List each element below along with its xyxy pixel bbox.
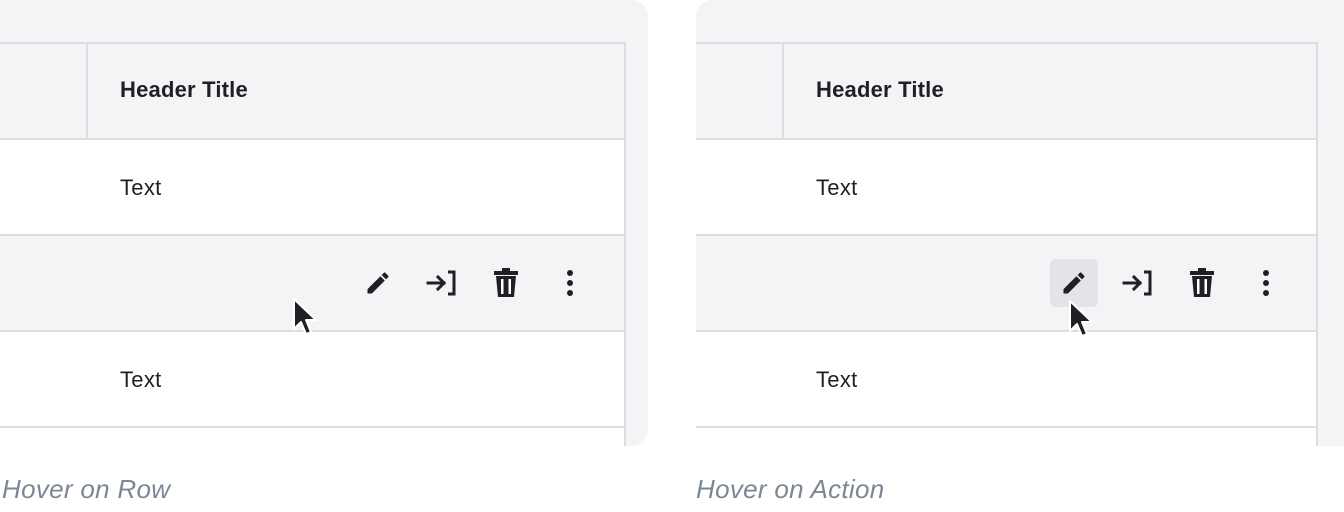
example-panel-hover-on-action: Header Title Text Text bbox=[696, 0, 1344, 446]
more-vertical-icon bbox=[1263, 270, 1269, 296]
more-vertical-icon bbox=[567, 270, 573, 296]
delete-button[interactable] bbox=[1178, 259, 1226, 307]
mouse-cursor-icon bbox=[293, 298, 317, 335]
table-row[interactable]: Text bbox=[0, 140, 624, 236]
more-button[interactable] bbox=[1242, 259, 1290, 307]
column-header-title[interactable]: Header Title bbox=[816, 77, 944, 103]
table-cell-text: Text bbox=[120, 175, 162, 200]
table-row[interactable] bbox=[696, 428, 1316, 446]
more-button[interactable] bbox=[546, 259, 594, 307]
move-to-button[interactable] bbox=[1114, 259, 1162, 307]
table-row[interactable]: Text bbox=[696, 332, 1316, 428]
example-panel-hover-on-row: Header Title Text Text bbox=[0, 0, 648, 446]
data-table: Header Title Text Text bbox=[696, 42, 1318, 446]
table-row[interactable]: Text bbox=[0, 332, 624, 428]
edit-button[interactable] bbox=[354, 259, 402, 307]
table-header-row: Header Title bbox=[0, 44, 624, 140]
edit-icon bbox=[367, 272, 389, 294]
caption-hover-on-row: Hover on Row bbox=[2, 474, 171, 504]
delete-icon bbox=[1190, 268, 1214, 297]
delete-icon bbox=[494, 268, 518, 297]
move-to-icon bbox=[1122, 270, 1152, 296]
table-header-row: Header Title bbox=[696, 44, 1316, 140]
data-table: Header Title Text Text bbox=[0, 42, 626, 446]
table-cell-text: Text bbox=[816, 175, 858, 200]
table-row-hovered[interactable] bbox=[696, 236, 1316, 332]
column-divider bbox=[86, 44, 88, 138]
column-header-title[interactable]: Header Title bbox=[120, 77, 248, 103]
column-divider bbox=[782, 44, 784, 138]
table-cell-text: Text bbox=[120, 367, 162, 392]
move-to-icon bbox=[426, 270, 456, 296]
table-cell-text: Text bbox=[816, 367, 858, 392]
table-row[interactable] bbox=[0, 428, 624, 446]
mouse-cursor-icon bbox=[1069, 300, 1093, 337]
delete-button[interactable] bbox=[482, 259, 530, 307]
edit-icon bbox=[1063, 272, 1085, 294]
caption-hover-on-action: Hover on Action bbox=[696, 474, 885, 504]
move-to-button[interactable] bbox=[418, 259, 466, 307]
table-row[interactable]: Text bbox=[696, 140, 1316, 236]
